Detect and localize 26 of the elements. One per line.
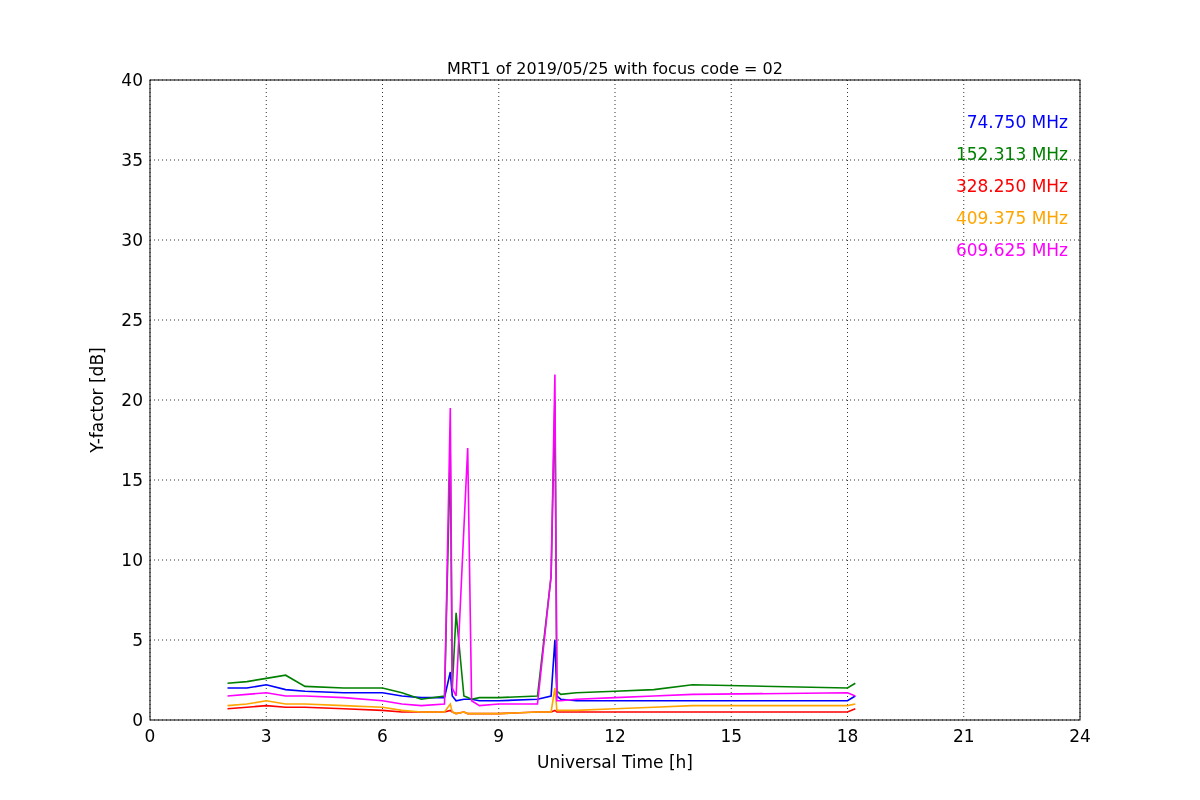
chart-title: MRT1 of 2019/05/25 with focus code = 02 [447, 59, 783, 78]
y-tick-label: 15 [121, 470, 143, 490]
y-tick-label: 30 [121, 230, 143, 250]
x-tick-label: 3 [260, 726, 272, 746]
y-axis-label: Y-factor [dB] [87, 347, 107, 453]
x-tick-label: 9 [493, 726, 505, 746]
x-axis-label: Universal Time [h] [537, 752, 693, 772]
legend-label: 74.750 MHz [966, 112, 1068, 132]
y-tick-label: 5 [132, 630, 143, 650]
x-tick-label: 15 [720, 726, 743, 746]
x-tick-label: 6 [377, 726, 388, 746]
y-tick-label: 40 [121, 70, 143, 90]
y-tick-label: 0 [132, 710, 143, 730]
y-tick-label: 25 [121, 310, 143, 330]
legend-label: 609.625 MHz [955, 240, 1068, 260]
x-tick-label: 12 [604, 726, 626, 746]
y-tick-label: 10 [121, 550, 143, 570]
x-tick-label: 18 [836, 726, 859, 746]
y-tick-label: 20 [121, 390, 143, 410]
x-tick-label: 24 [1069, 726, 1091, 746]
legend-label: 152.313 MHz [955, 144, 1068, 164]
x-tick-label: 0 [144, 726, 156, 746]
y-tick-label: 35 [121, 150, 143, 170]
legend-label: 409.375 MHz [955, 208, 1068, 228]
legend-label: 328.250 MHz [955, 176, 1068, 196]
x-tick-label: 21 [952, 726, 975, 746]
